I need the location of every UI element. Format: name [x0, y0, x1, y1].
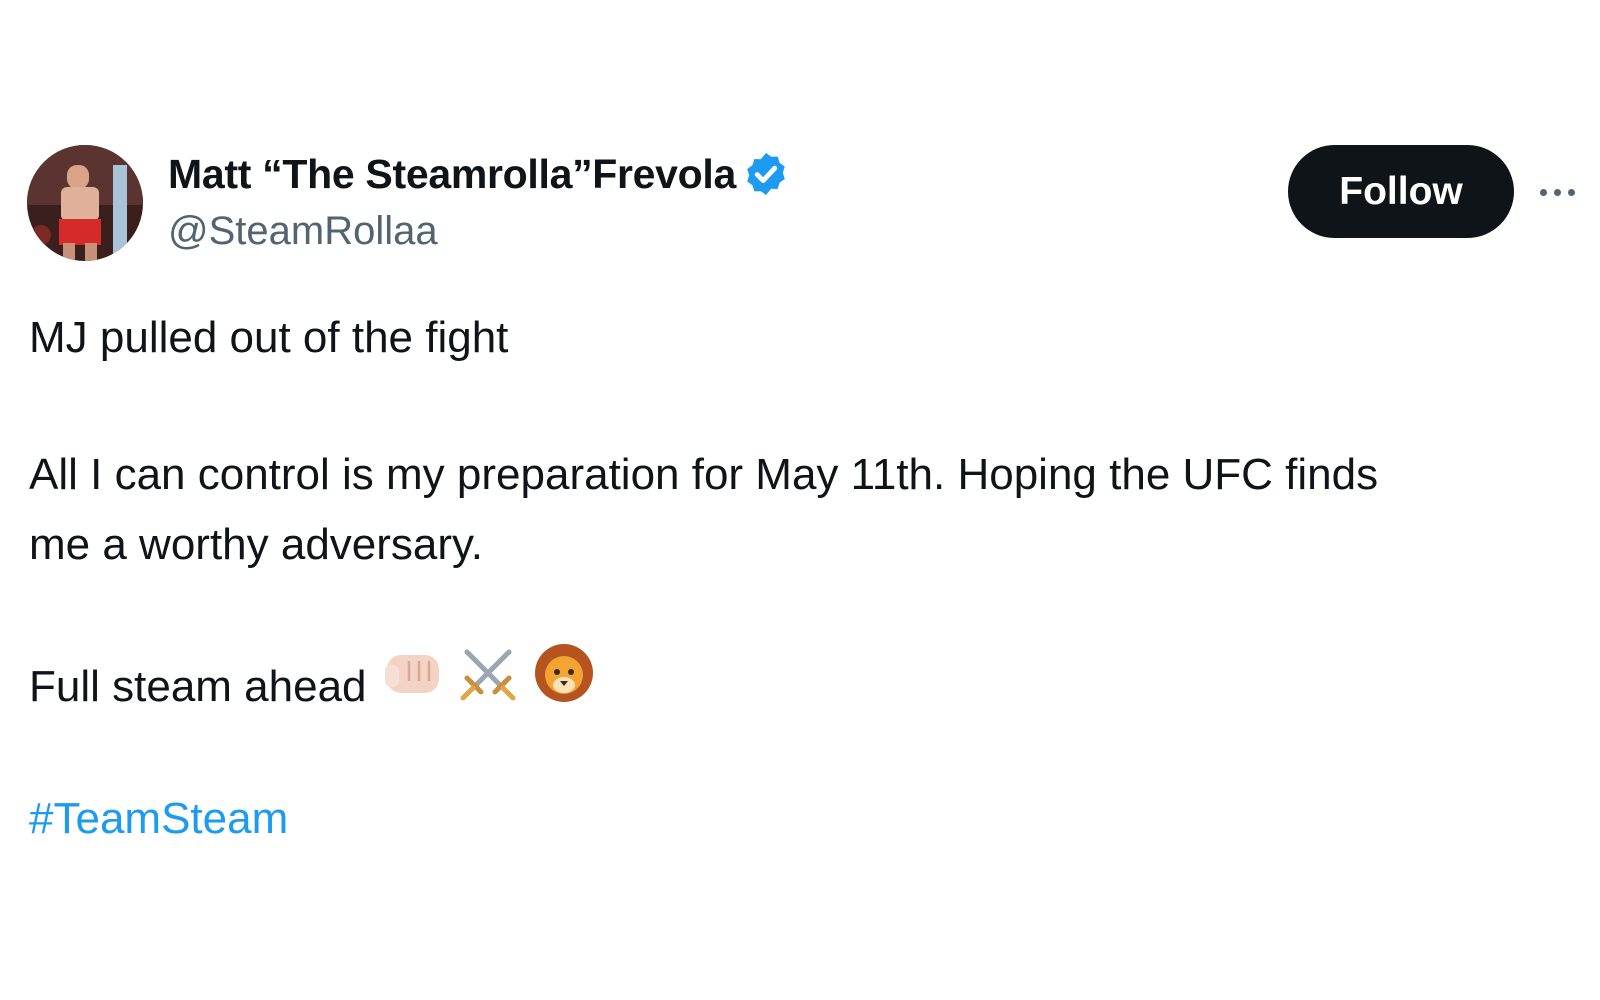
more-dot [1568, 188, 1575, 196]
user-handle[interactable]: @SteamRollaa [168, 207, 438, 255]
tweet-hashtag-line: #TeamSteam [29, 784, 1589, 854]
tweet-card: Matt “The Steamrolla”Frevola @SteamRolla… [0, 0, 1600, 1000]
more-dot [1540, 188, 1547, 196]
more-dot [1554, 188, 1561, 196]
tweet-line-2: All I can control is my preparation for … [29, 450, 1379, 499]
more-options-icon[interactable] [1540, 180, 1600, 204]
tweet-line-4: Full steam ahead [29, 644, 1589, 720]
display-name[interactable]: Matt “The Steamrolla”Frevola [168, 150, 736, 198]
fist-bump-icon [381, 647, 443, 720]
user-name-row: Matt “The Steamrolla”Frevola [168, 150, 790, 198]
tweet-line-4-text: Full steam ahead [29, 662, 367, 712]
lion-icon [533, 641, 595, 726]
hashtag-link[interactable]: #TeamSteam [29, 794, 288, 843]
tweet-line-3: me a worthy adversary. [29, 520, 484, 569]
tweet-line-1: MJ pulled out of the fight [29, 313, 509, 362]
follow-button[interactable]: Follow [1288, 145, 1514, 238]
crossed-swords-icon [457, 642, 519, 725]
tweet-text: MJ pulled out of the fight All I can con… [29, 303, 1589, 854]
verified-badge-icon [742, 150, 790, 198]
avatar[interactable] [27, 145, 143, 261]
